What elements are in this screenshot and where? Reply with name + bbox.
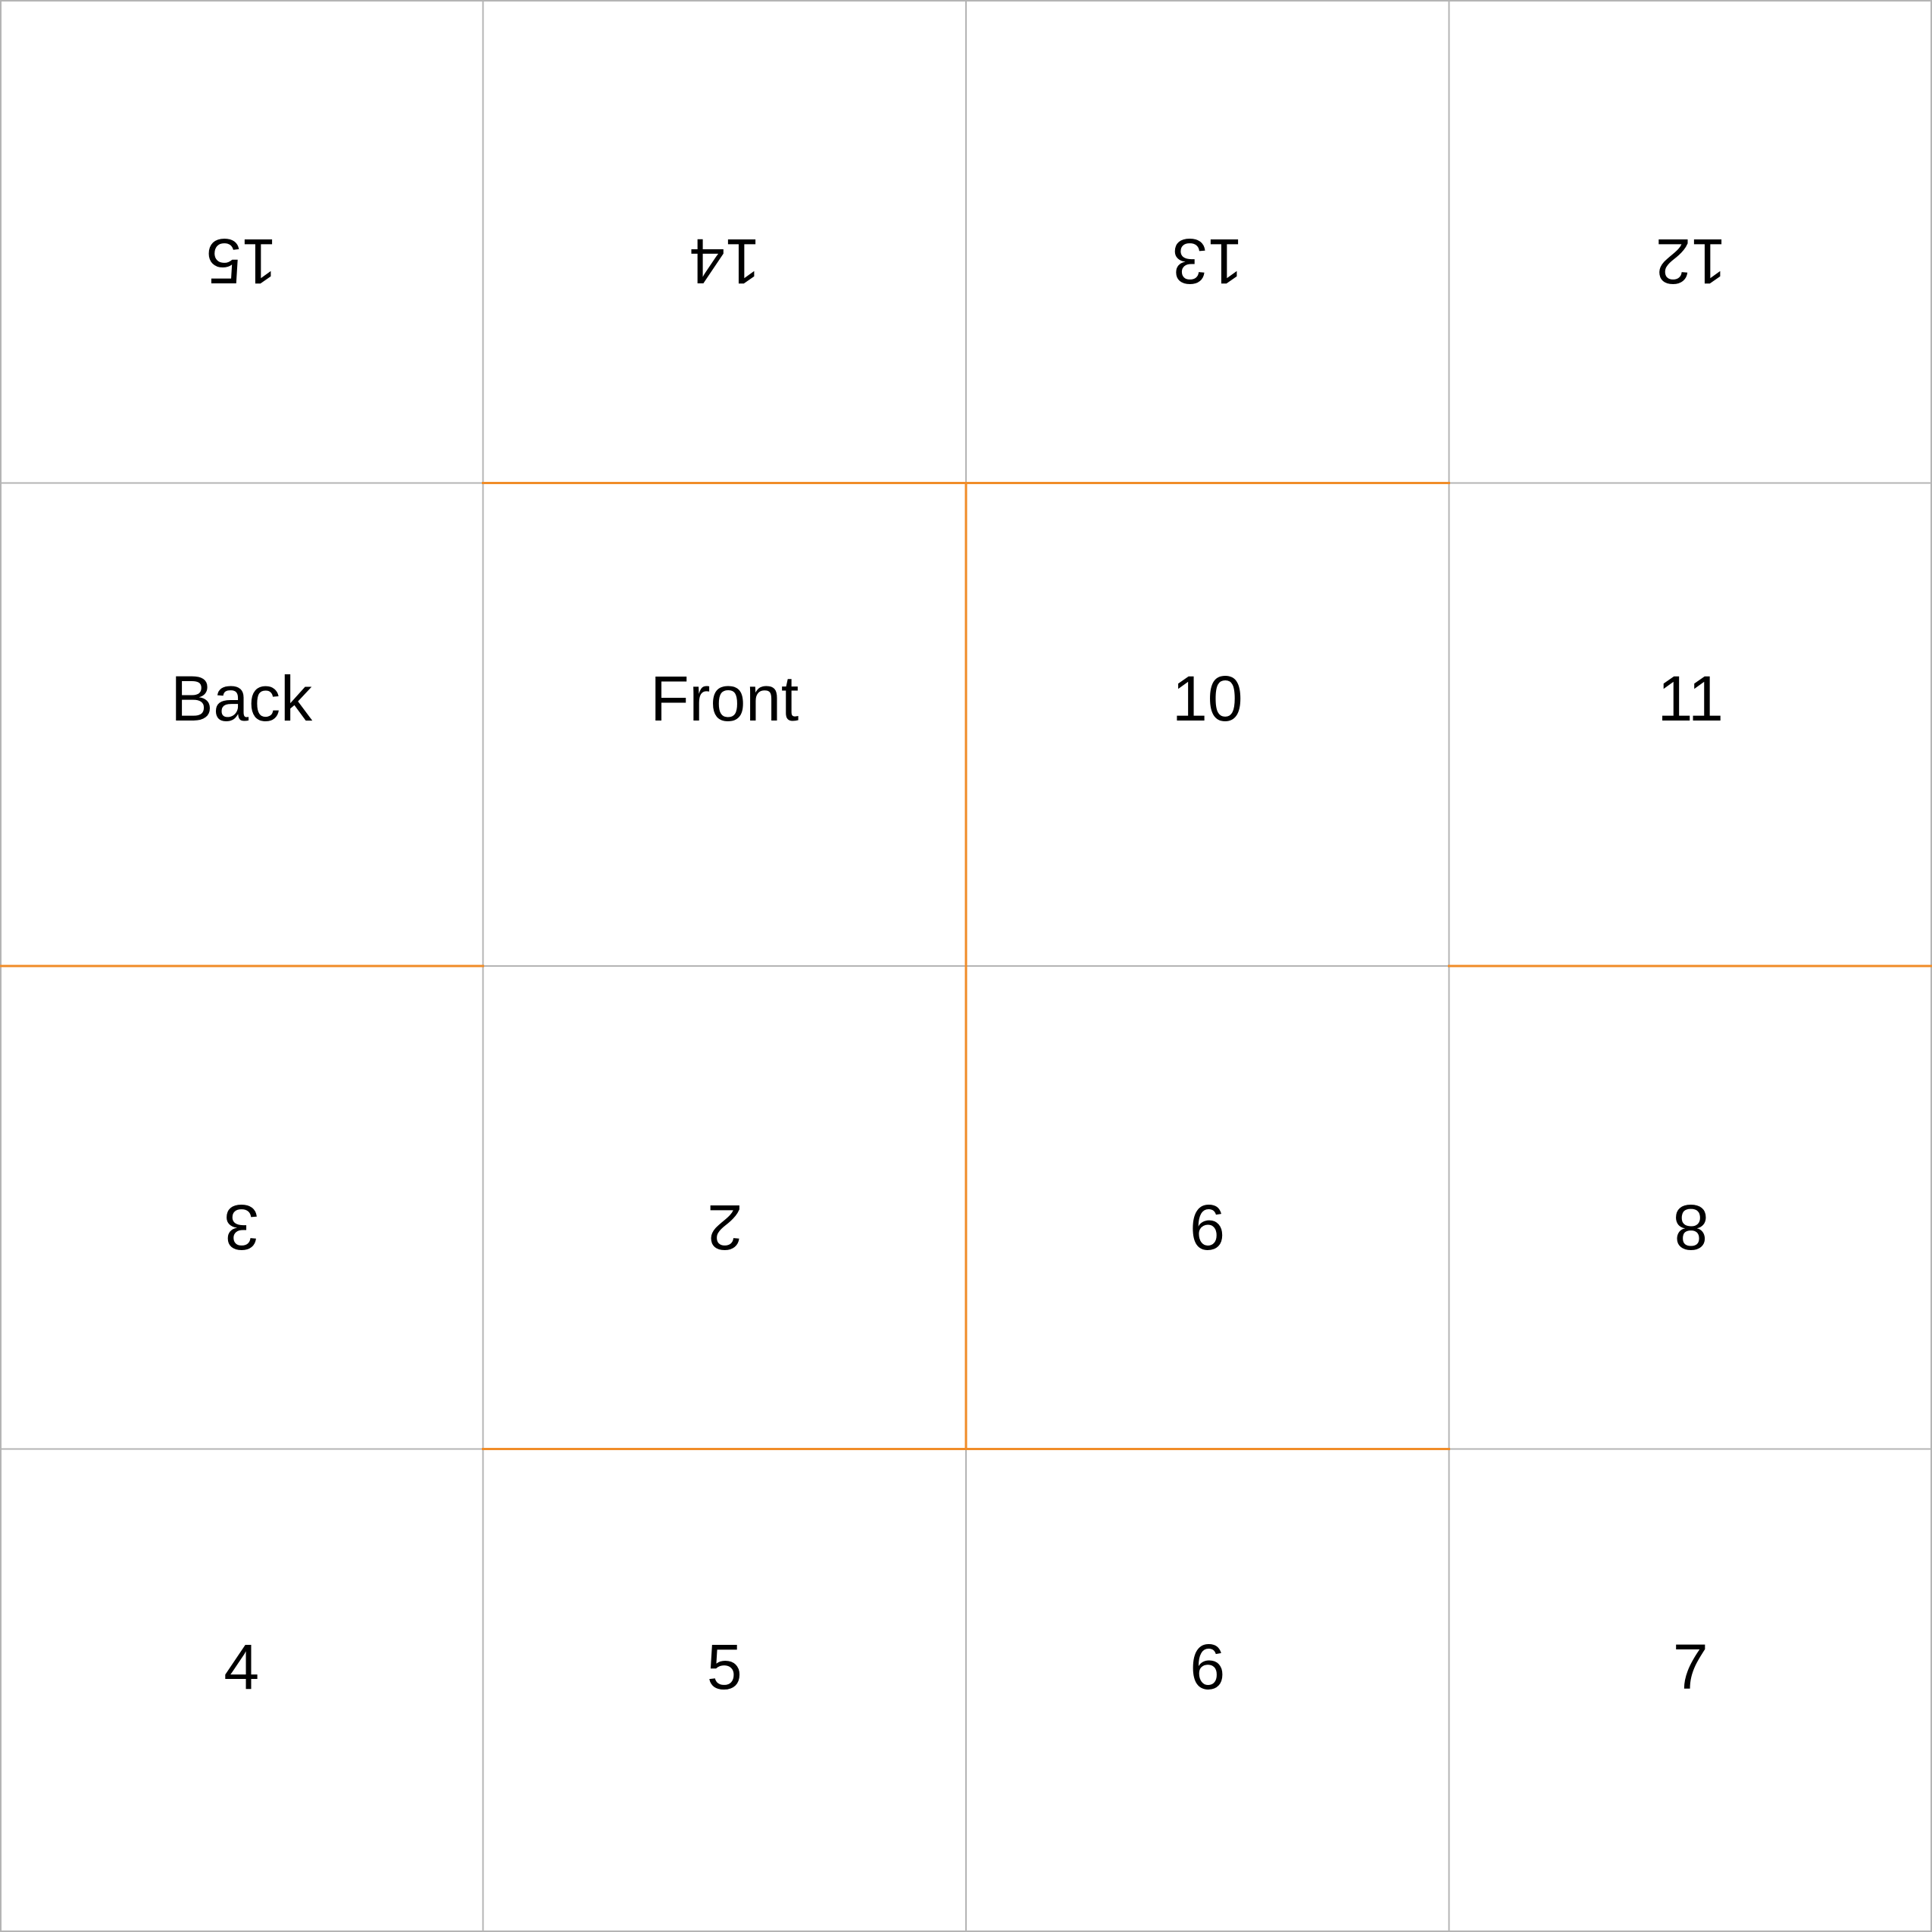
page-cell: 6 [966,1449,1449,1932]
imposition-sheet: 15 14 13 12 Back Front 10 11 3 2 9 8 4 5 6 7 [0,0,1932,1932]
page-cell: 2 [483,966,967,1449]
page-label: 14 [689,226,760,297]
page-label: 15 [206,226,277,297]
page-label: 6 [1190,1631,1226,1702]
page-label: 7 [1672,1631,1708,1702]
page-label: 10 [1172,663,1243,734]
page-label: 8 [1672,1192,1708,1263]
page-cell: 9 [966,966,1449,1449]
page-label: Front [650,663,799,734]
page-cell: Back [0,483,483,967]
page-label: Back [170,663,313,734]
page-cell: 7 [1449,1449,1932,1932]
page-cell: 12 [1449,0,1932,483]
page-label: 11 [1657,663,1724,734]
page-label: 2 [706,1192,742,1263]
page-cell: 8 [1449,966,1932,1449]
page-label: 12 [1655,226,1726,297]
page-cell: 4 [0,1449,483,1932]
page-cell: 3 [0,966,483,1449]
page-label: 5 [706,1631,742,1702]
page-cell: Front [483,483,967,967]
page-cell: 5 [483,1449,967,1932]
page-cell: 15 [0,0,483,483]
page-cell: 11 [1449,483,1932,967]
page-label: 3 [224,1192,260,1263]
page-cell: 13 [966,0,1449,483]
page-cell: 14 [483,0,967,483]
page-label: 4 [224,1631,260,1702]
page-cell: 10 [966,483,1449,967]
page-label: 13 [1172,226,1243,297]
page-label: 9 [1190,1192,1226,1263]
